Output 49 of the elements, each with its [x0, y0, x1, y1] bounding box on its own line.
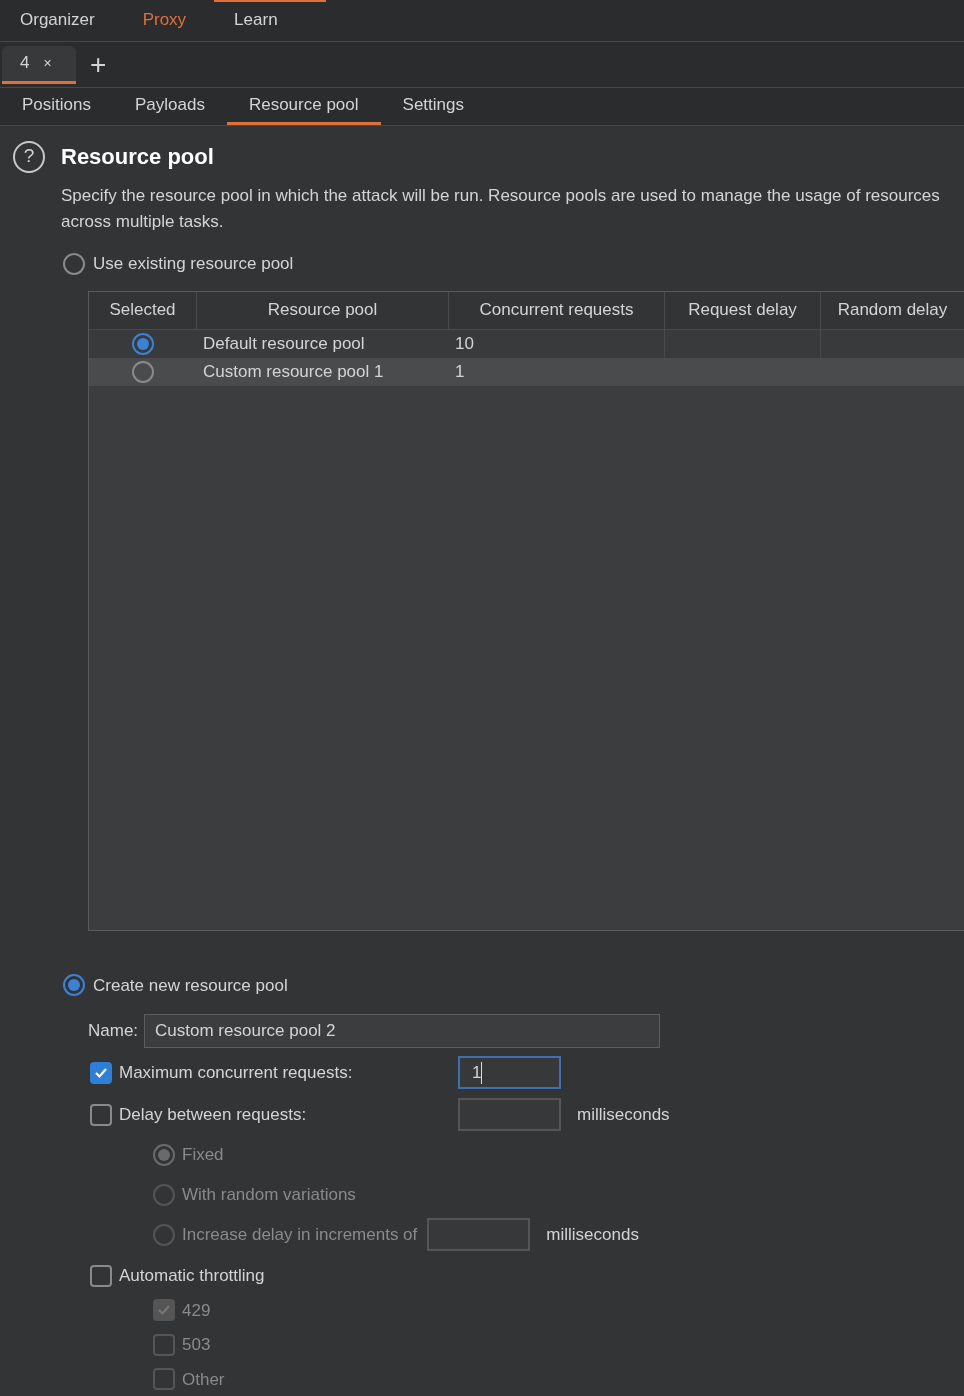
column-header[interactable]: Request delay — [665, 291, 821, 329]
radio-button[interactable] — [63, 974, 85, 997]
column-header[interactable]: Selected — [89, 291, 197, 329]
attack-tab[interactable]: 4 × — [2, 45, 76, 84]
table-cell-text: Custom resource pool 1 — [203, 360, 384, 383]
sub-tab[interactable]: Payloads — [113, 88, 227, 125]
table-row[interactable]: Custom resource pool 1 1 — [89, 357, 964, 386]
checkbox[interactable] — [90, 1103, 112, 1126]
radio-label: With random variations — [182, 1183, 356, 1206]
nav-tab[interactable]: Proxy — [142, 7, 187, 33]
radio-label: Fixed — [182, 1143, 224, 1166]
column-header[interactable]: Concurrent requests — [449, 291, 665, 329]
add-tab-button[interactable]: + — [90, 50, 107, 79]
sub-tab[interactable]: Settings — [380, 88, 486, 125]
checkbox-label: 429 — [182, 1299, 211, 1322]
sub-tab[interactable]: Resource pool — [226, 88, 381, 125]
checkmark-icon — [157, 1303, 171, 1318]
table-cell-text: 1 — [455, 360, 465, 383]
radio-button[interactable] — [63, 252, 85, 275]
checkbox-label: Other — [182, 1368, 225, 1391]
radio-label: Increase delay in increments of — [182, 1223, 418, 1246]
sub-tab[interactable]: Positions — [0, 88, 113, 125]
input-field[interactable] — [427, 1218, 531, 1251]
field-label: Name: — [88, 1020, 139, 1043]
input-field[interactable] — [458, 1098, 561, 1131]
input-field[interactable]: 1 — [458, 1056, 561, 1089]
radio-label: Use existing resource pool — [93, 253, 294, 275]
radio-button[interactable] — [132, 360, 154, 383]
name-field[interactable]: Custom resource pool 2 — [144, 1014, 661, 1048]
section-title: Resource pool — [61, 143, 214, 171]
nav-tab[interactable]: Organizer — [20, 7, 95, 33]
unit-label: milliseconds — [577, 1103, 670, 1126]
close-button[interactable]: × — [43, 52, 52, 74]
column-header[interactable]: Resource pool — [197, 291, 449, 329]
checkbox-label: Delay between requests: — [119, 1103, 308, 1126]
checkbox[interactable] — [90, 1061, 112, 1084]
checkbox[interactable] — [90, 1264, 112, 1287]
section-description: Specify the resource pool in which the attack will be run. Resource pools are used to manage the usage of resources across multiple tasks. — [61, 185, 941, 233]
column-header[interactable]: Random delay — [821, 291, 964, 329]
radio-button[interactable] — [132, 332, 154, 355]
unit-label: milliseconds — [546, 1223, 639, 1246]
table-cell-text: 10 — [455, 332, 474, 355]
checkbox-label: Maximum concurrent requests: — [119, 1061, 354, 1084]
help-icon[interactable]: ? — [13, 140, 45, 173]
checkbox-label: Automatic throttling — [119, 1265, 265, 1287]
checkbox-label: 503 — [182, 1334, 211, 1356]
nav-tab[interactable]: Learn — [234, 7, 278, 33]
table-cell-text: Default resource pool — [203, 332, 365, 355]
radio-label: Create new resource pool — [93, 974, 288, 997]
